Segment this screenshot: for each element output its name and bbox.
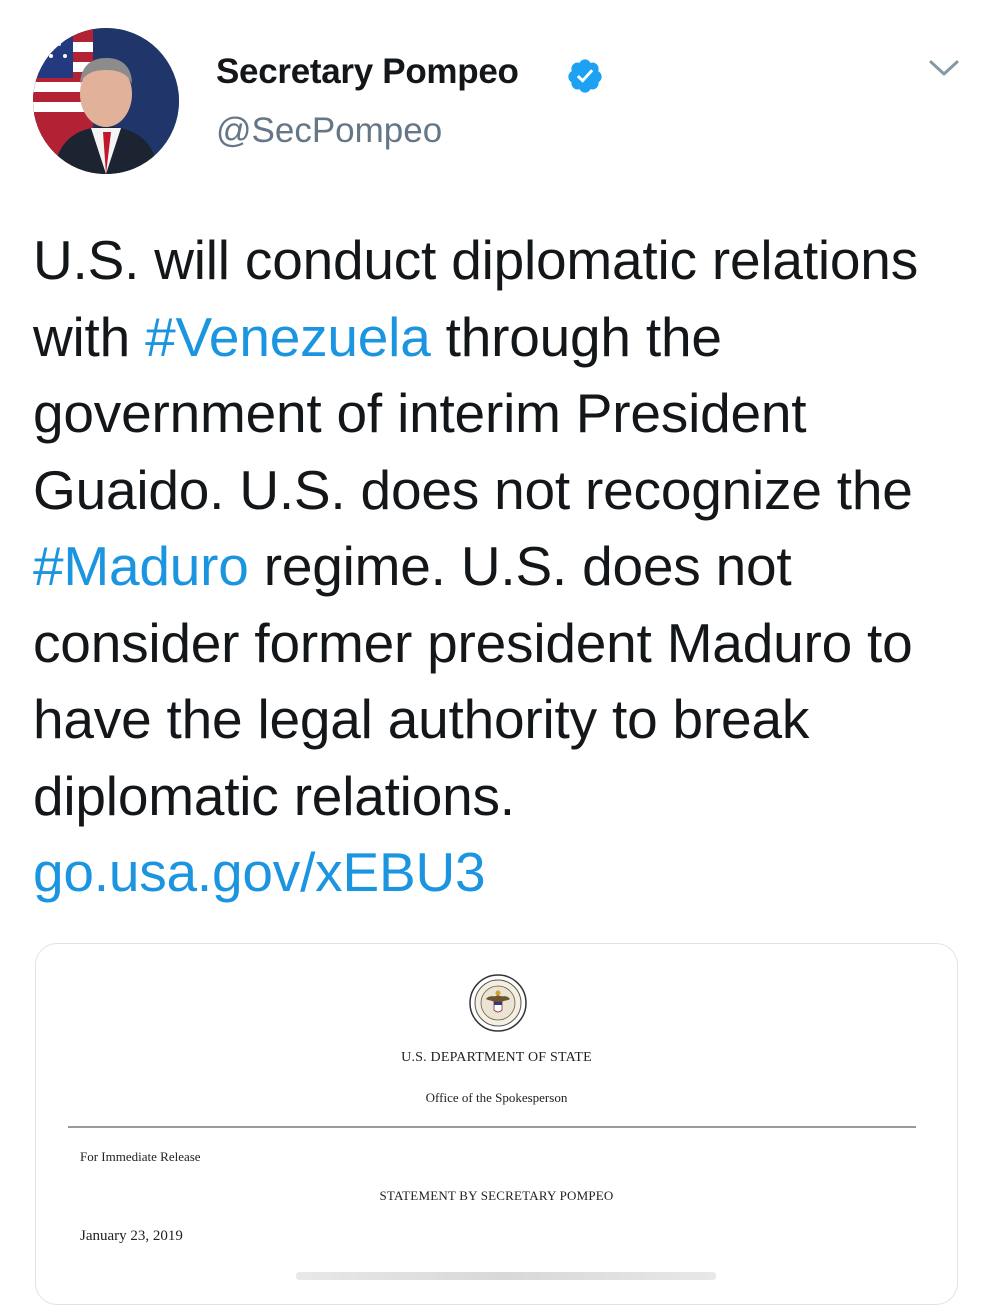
document-statement-title: STATEMENT BY SECRETARY POMPEO bbox=[379, 1188, 614, 1203]
document-release-label: For Immediate Release bbox=[80, 1149, 201, 1164]
hashtag-maduro-link[interactable]: #Maduro bbox=[33, 535, 249, 597]
hashtag-venezuela-link[interactable]: #Venezuela bbox=[145, 306, 431, 368]
profile-photo bbox=[33, 28, 179, 174]
chevron-down-icon[interactable] bbox=[928, 58, 960, 78]
document-faded-text-line bbox=[296, 1272, 716, 1280]
document-office: Office of the Spokesperson bbox=[425, 1090, 568, 1105]
author-handle[interactable]: @SecPompeo bbox=[216, 111, 442, 151]
url-link[interactable]: go.usa.gov/xEBU3 bbox=[33, 841, 486, 903]
tweet-text: U.S. will conduct diplomatic relations w… bbox=[33, 222, 963, 911]
verified-badge-icon bbox=[568, 59, 602, 93]
document-date: January 23, 2019 bbox=[80, 1228, 183, 1244]
avatar[interactable] bbox=[33, 28, 179, 174]
link-preview-card[interactable]: U.S. DEPARTMENT OF STATE Office of the S… bbox=[35, 943, 958, 1305]
author-display-name[interactable]: Secretary Pompeo bbox=[216, 52, 519, 92]
document-divider bbox=[68, 1126, 916, 1128]
document-department: U.S. DEPARTMENT OF STATE bbox=[401, 1050, 592, 1065]
department-of-state-seal-icon bbox=[469, 974, 527, 1032]
